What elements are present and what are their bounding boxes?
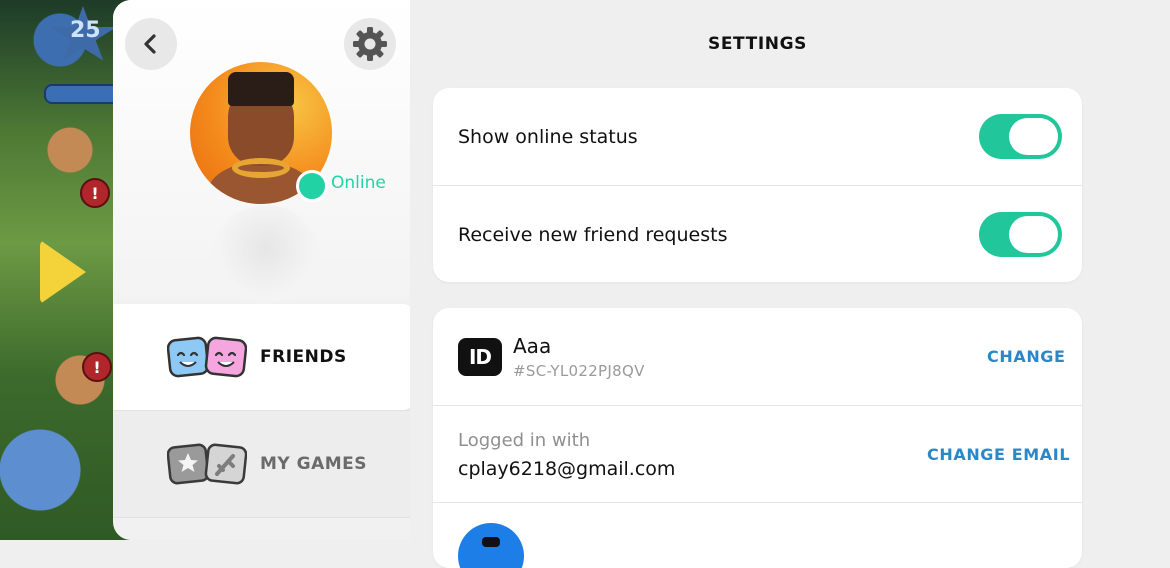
online-status-dot [296,170,328,202]
change-email-button[interactable]: CHANGE EMAIL [927,445,1070,464]
change-name-button[interactable]: CHANGE [987,347,1066,366]
chevron-left-icon [144,34,156,54]
setting-row-online-status: Show online status [433,88,1082,185]
account-card: ID Aaa #SC-YL022PJ8QV CHANGE Logged in w… [433,308,1082,568]
profile-panel: Online FRIENDS MY GAMES [113,0,410,540]
page-title: SETTINGS [708,34,807,54]
settings-button[interactable] [344,18,396,70]
online-status-toggle[interactable] [979,114,1062,159]
game-background: 25 ! ! [0,0,130,540]
login-caption: Logged in with [458,430,591,451]
toggle-knob [1009,118,1058,155]
linked-account-icon [458,523,524,568]
account-id-row: ID Aaa #SC-YL022PJ8QV CHANGE [433,308,1082,405]
gear-icon [353,27,387,61]
games-cards-icon [167,443,247,485]
friends-faces-icon [167,336,247,378]
avatar-necklace [232,158,290,178]
nav-item-my-games[interactable]: MY GAMES [113,410,410,518]
alert-icon: ! [80,178,110,208]
online-status-label: Show online status [458,126,638,148]
back-button[interactable] [125,18,177,70]
linked-account-row[interactable] [433,502,1082,568]
level-number: 25 [70,18,101,43]
privacy-settings-card: Show online status Receive new friend re… [433,88,1082,282]
login-email-row: Logged in with cplay6218@gmail.com CHANG… [433,405,1082,503]
toggle-knob [1009,216,1058,253]
nav-item-friends[interactable]: FRIENDS [113,304,410,410]
online-status-label: Online [331,173,386,193]
login-email: cplay6218@gmail.com [458,458,676,480]
nav-label-friends: FRIENDS [260,347,347,367]
friend-requests-label: Receive new friend requests [458,224,728,246]
avatar-hair [228,72,294,106]
play-arrow-icon [40,240,86,304]
friend-requests-toggle[interactable] [979,212,1062,257]
nav-label-my-games: MY GAMES [260,454,368,474]
account-id: #SC-YL022PJ8QV [513,362,645,380]
avatar-pedestal [211,205,321,315]
account-name: Aaa [513,334,552,358]
id-badge-icon: ID [458,338,502,376]
setting-row-friend-requests: Receive new friend requests [433,185,1082,282]
alert-icon: ! [82,352,112,382]
linked-account-icon-glyph [482,537,500,547]
